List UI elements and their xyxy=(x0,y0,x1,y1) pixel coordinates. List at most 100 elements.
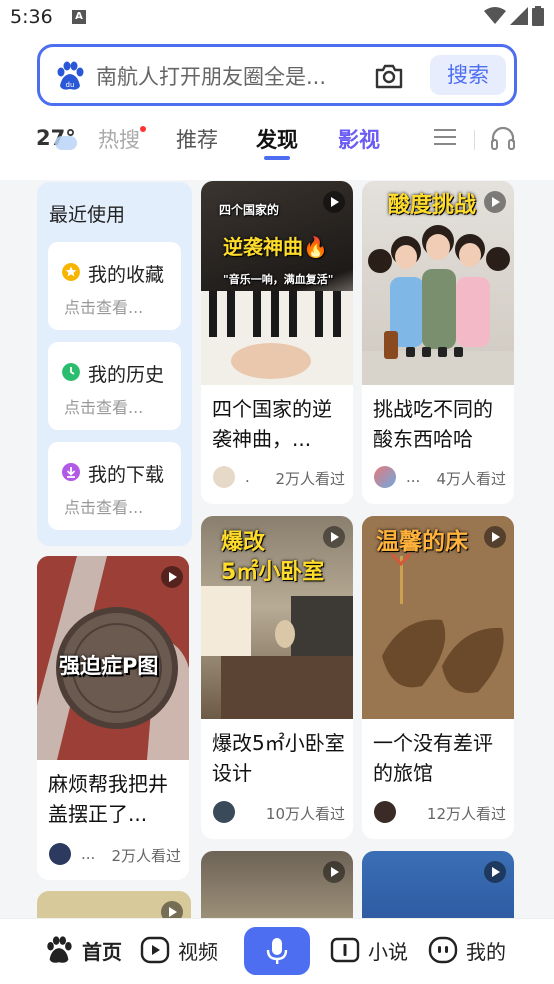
play-icon xyxy=(484,526,506,548)
card-meta: 10万人看过 xyxy=(213,801,345,825)
thumbnail-caption: 强迫症P图 xyxy=(59,654,159,678)
status-bar: 5:36 A xyxy=(0,0,554,38)
view-count: 12万人看过 xyxy=(426,805,506,823)
thumbnail-caption: 酸度挑战 xyxy=(388,193,477,218)
feed-card[interactable]: 爆改 5㎡小卧室 爆改5㎡小卧室设计 10万人看过 xyxy=(201,516,353,839)
video-thumbnail: 温馨的床 xyxy=(362,516,514,719)
star-icon xyxy=(62,263,80,281)
feed-card[interactable]: 酸度挑战 挑战吃不同的酸东西哈哈 ... 4万人看过 xyxy=(362,181,514,504)
battery-icon xyxy=(532,6,544,26)
feed-card[interactable]: 温馨的床 一个没有差评的旅馆 12万人看过 xyxy=(362,516,514,839)
tab-hot-search[interactable]: 热搜 xyxy=(98,124,140,154)
recent-item-label: 我的历史 xyxy=(88,364,165,386)
play-icon xyxy=(323,526,345,548)
feed-card[interactable]: 四个国家的 逆袭神曲🔥 "音乐一响，满血复活" 四个国家的逆袭神曲，... . … xyxy=(201,181,353,504)
feed-card[interactable]: 强迫症P图 麻烦帮我把井盖摆正了... ... 2万人看过 xyxy=(37,556,189,880)
video-thumbnail: 爆改 5㎡小卧室 xyxy=(201,516,353,719)
avatar xyxy=(374,801,396,823)
play-icon xyxy=(161,566,183,588)
avatar xyxy=(213,466,235,488)
book-icon xyxy=(330,937,360,963)
avatar xyxy=(49,843,71,865)
author-name: . xyxy=(245,468,250,486)
search-button[interactable]: 搜索 xyxy=(430,55,506,95)
nav-home[interactable]: 首页 xyxy=(44,935,122,965)
thumbnail-caption: 逆袭神曲🔥 xyxy=(223,235,328,259)
card-meta: ... 4万人看过 xyxy=(374,466,506,490)
nav-mine-label: 我的 xyxy=(466,939,506,964)
recent-item-label: 我的下载 xyxy=(88,464,165,486)
video-thumbnail: 四个国家的 逆袭神曲🔥 "音乐一响，满血复活" xyxy=(201,181,353,385)
search-input[interactable]: 南航人打开朋友圈全是... xyxy=(96,61,366,91)
view-count: 2万人看过 xyxy=(275,470,345,488)
card-meta: 12万人看过 xyxy=(374,801,506,825)
play-icon xyxy=(323,191,345,213)
card-meta: ... 2万人看过 xyxy=(49,843,181,867)
play-icon xyxy=(484,861,506,883)
channel-tabs: 27° 热搜 推荐 发现 影视 xyxy=(0,118,554,162)
signal-icon xyxy=(510,7,528,25)
play-icon xyxy=(323,861,345,883)
thumbnail-caption: "音乐一响，满血复活" xyxy=(223,273,334,286)
thumbnail-caption: 爆改 xyxy=(221,530,266,555)
svg-text:du: du xyxy=(66,81,75,89)
thumbnail-caption: 四个国家的 xyxy=(219,203,280,217)
nav-home-label: 首页 xyxy=(82,939,122,964)
recent-item-downloads[interactable]: 我的下载 点击查看... xyxy=(48,442,181,530)
baidu-paw-icon: du xyxy=(57,61,84,90)
thumbnail-caption: 温馨的床 xyxy=(376,529,468,555)
menu-icon[interactable] xyxy=(434,128,456,146)
card-meta: . 2万人看过 xyxy=(213,466,345,490)
recent-item-favorites[interactable]: 我的收藏 点击查看... xyxy=(48,242,181,330)
author-name: ... xyxy=(81,845,96,863)
view-count: 2万人看过 xyxy=(111,847,181,865)
voice-search-button[interactable] xyxy=(244,927,310,975)
avatar xyxy=(374,466,396,488)
recent-item-history[interactable]: 我的历史 点击查看... xyxy=(48,342,181,430)
notification-dot xyxy=(140,126,146,132)
avatar xyxy=(213,801,235,823)
card-title[interactable]: 四个国家的逆袭神曲，... xyxy=(212,394,346,454)
cloud-icon xyxy=(55,136,77,150)
recent-item-sub: 点击查看... xyxy=(64,498,144,517)
profile-icon xyxy=(428,936,458,964)
view-count: 4万人看过 xyxy=(436,470,506,488)
search-bar[interactable]: du 南航人打开朋友圈全是... 搜索 xyxy=(37,44,517,106)
bottom-nav: 首页 视频 小说 我的 xyxy=(0,918,554,984)
active-tab-indicator xyxy=(264,156,290,160)
nav-mine[interactable]: 我的 xyxy=(428,935,506,965)
divider xyxy=(474,130,475,150)
tab-film[interactable]: 影视 xyxy=(338,124,380,154)
piano-keys-illustration xyxy=(201,291,353,385)
nav-novel[interactable]: 小说 xyxy=(330,935,408,965)
card-title[interactable]: 爆改5㎡小卧室设计 xyxy=(212,728,346,788)
headphones-icon[interactable] xyxy=(490,126,516,152)
camera-icon[interactable] xyxy=(374,61,404,91)
header: du 南航人打开朋友圈全是... 搜索 27° 热搜 推荐 发现 影视 xyxy=(0,38,554,180)
author-name: ... xyxy=(406,468,421,486)
recent-panel: 最近使用 我的收藏 点击查看... 我的历史 点击查看... 我的下载 点击查看… xyxy=(37,182,192,546)
tab-recommend[interactable]: 推荐 xyxy=(176,124,218,154)
recent-item-label: 我的收藏 xyxy=(88,264,165,286)
download-icon xyxy=(62,463,80,481)
tab-discover[interactable]: 发现 xyxy=(256,124,298,154)
recent-item-sub: 点击查看... xyxy=(64,398,144,417)
wifi-icon xyxy=(484,7,506,24)
play-icon xyxy=(484,191,506,213)
recent-title: 最近使用 xyxy=(49,204,126,226)
notification-icon: A xyxy=(72,10,86,24)
video-thumbnail: 酸度挑战 xyxy=(362,181,514,385)
card-title[interactable]: 一个没有差评的旅馆 xyxy=(373,728,507,788)
video-thumbnail: 强迫症P图 xyxy=(37,556,189,760)
status-time: 5:36 xyxy=(10,6,53,28)
microphone-icon xyxy=(266,938,288,964)
recent-item-sub: 点击查看... xyxy=(64,298,144,317)
thumbnail-caption: 5㎡小卧室 xyxy=(221,560,325,585)
video-icon xyxy=(140,936,170,964)
nav-novel-label: 小说 xyxy=(368,939,408,964)
nav-video-label: 视频 xyxy=(178,939,218,964)
nav-video[interactable]: 视频 xyxy=(140,935,218,965)
view-count: 10万人看过 xyxy=(265,805,345,823)
card-title[interactable]: 麻烦帮我把井盖摆正了... xyxy=(48,769,182,829)
card-title[interactable]: 挑战吃不同的酸东西哈哈 xyxy=(373,394,507,454)
